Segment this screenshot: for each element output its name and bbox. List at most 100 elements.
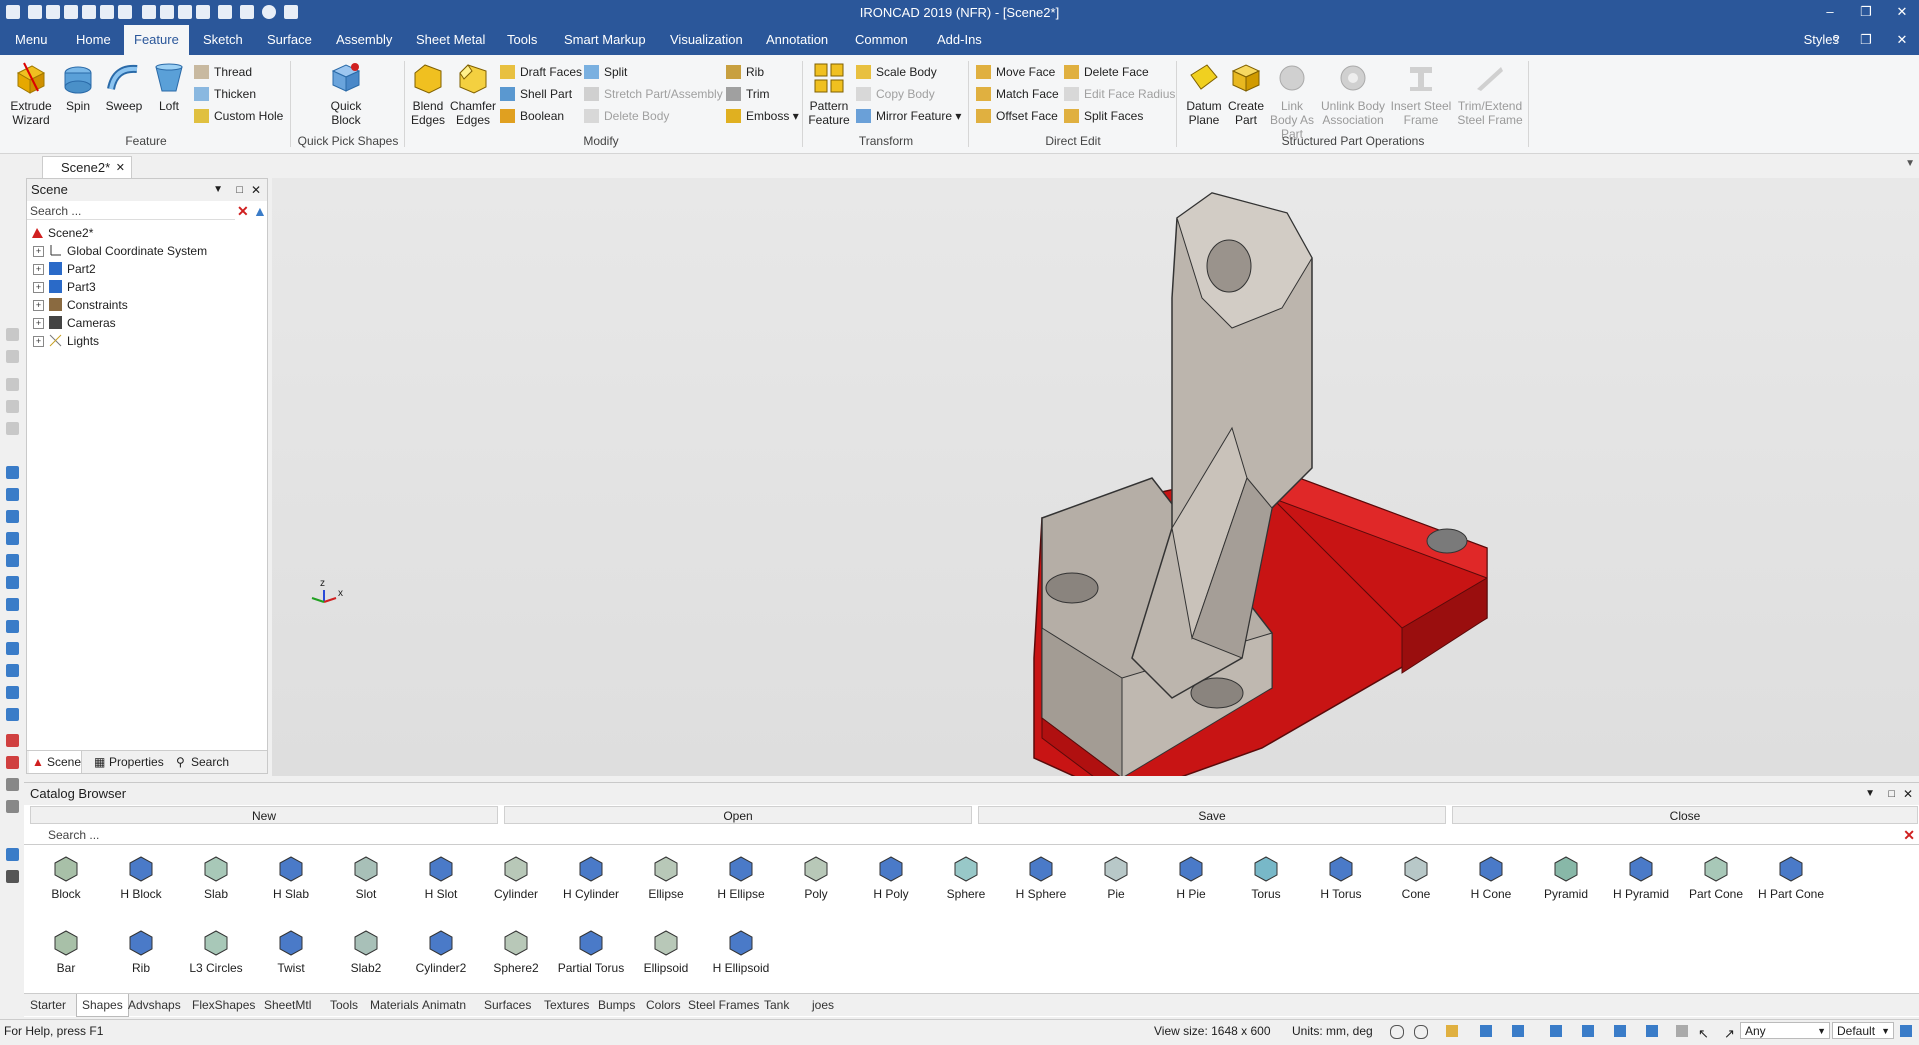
- tab-menu[interactable]: Menu: [5, 25, 58, 55]
- catalog-shape-item[interactable]: Pie: [1080, 853, 1152, 901]
- view-icon[interactable]: [6, 598, 19, 611]
- view-icon[interactable]: [6, 532, 19, 545]
- offset-face-button[interactable]: Offset Face: [976, 107, 1058, 125]
- tab-sheet-metal[interactable]: Sheet Metal: [406, 25, 495, 55]
- catalog-tab-steel-frames[interactable]: Steel Frames: [688, 994, 759, 1016]
- settings-icon[interactable]: [1900, 1025, 1912, 1037]
- close-tab-icon[interactable]: ✕: [116, 157, 125, 179]
- catalog-tab-sheetmtl[interactable]: SheetMtl: [264, 994, 311, 1016]
- tab-add-ins[interactable]: Add-Ins: [927, 25, 992, 55]
- catalog-tab-flexshapes[interactable]: FlexShapes: [192, 994, 255, 1016]
- view-icon[interactable]: [6, 686, 19, 699]
- select-icon[interactable]: ↗: [1724, 1023, 1735, 1045]
- catalog-shape-item[interactable]: Ellipse: [630, 853, 702, 901]
- spin-button[interactable]: Spin: [58, 61, 98, 113]
- catalog-shape-item[interactable]: Part Cone: [1680, 853, 1752, 901]
- edit-face-radius-button[interactable]: Edit Face Radius: [1064, 85, 1175, 103]
- tab-properties[interactable]: ▦ Properties: [91, 751, 164, 773]
- catalog-tab-materials[interactable]: Materials: [370, 994, 419, 1016]
- catalog-shape-item[interactable]: Bar: [30, 927, 102, 975]
- view-icon[interactable]: [6, 488, 19, 501]
- sketch-icon[interactable]: [6, 756, 19, 769]
- tab-visualization[interactable]: Visualization: [660, 25, 753, 55]
- catalog-tab-bumps[interactable]: Bumps: [598, 994, 635, 1016]
- view-icon[interactable]: [6, 708, 19, 721]
- catalog-shape-item[interactable]: H Ellipsoid: [705, 927, 777, 975]
- camera-icon[interactable]: [1582, 1025, 1594, 1037]
- tab-surface[interactable]: Surface: [257, 25, 322, 55]
- thicken-button[interactable]: Thicken: [194, 85, 256, 103]
- catalog-shape-item[interactable]: Slot: [330, 853, 402, 901]
- view-mode-icon[interactable]: [1550, 1025, 1562, 1037]
- tree-item-lights[interactable]: + Lights: [33, 333, 99, 349]
- close-window-icon[interactable]: ✕: [1892, 3, 1912, 21]
- catalog-shape-item[interactable]: H Slab: [255, 853, 327, 901]
- tab-home[interactable]: Home: [66, 25, 121, 55]
- trim-button[interactable]: Trim: [726, 85, 770, 103]
- panel-dropdown-icon[interactable]: ▼: [1865, 783, 1875, 805]
- zoom-window-icon[interactable]: [1414, 1025, 1428, 1039]
- catalog-shape-item[interactable]: Cone: [1380, 853, 1452, 901]
- sweep-button[interactable]: Sweep: [104, 61, 144, 113]
- tab-annotation[interactable]: Annotation: [756, 25, 838, 55]
- ruler-icon[interactable]: [6, 870, 19, 883]
- catalog-tab-textures[interactable]: Textures: [544, 994, 589, 1016]
- scene-search-input[interactable]: Search ...: [27, 202, 235, 220]
- tab-dropdown-icon[interactable]: ▼: [1905, 158, 1915, 169]
- catalog-shape-item[interactable]: Sphere: [930, 853, 1002, 901]
- catalog-tab-tools[interactable]: Tools: [330, 994, 358, 1016]
- pin-icon[interactable]: □: [236, 179, 243, 201]
- mirror-feature-button[interactable]: Mirror Feature ▾: [856, 107, 961, 125]
- catalog-shape-item[interactable]: Ellipsoid: [630, 927, 702, 975]
- view-icon[interactable]: [6, 576, 19, 589]
- measure-icon[interactable]: [6, 848, 19, 861]
- datum-plane-button[interactable]: Datum Plane: [1180, 61, 1228, 127]
- catalog-shape-item[interactable]: H Slot: [405, 853, 477, 901]
- tab-scene[interactable]: ▲ Scene: [29, 751, 83, 773]
- catalog-shape-item[interactable]: Torus: [1230, 853, 1302, 901]
- catalog-shape-item[interactable]: Sphere2: [480, 927, 552, 975]
- catalog-new-button[interactable]: New: [30, 806, 498, 824]
- loft-button[interactable]: Loft: [149, 61, 189, 113]
- catalog-shape-item[interactable]: H Ellipse: [705, 853, 777, 901]
- tab-assembly[interactable]: Assembly: [326, 25, 402, 55]
- extrude-wizard-button[interactable]: Extrude Wizard: [6, 61, 56, 127]
- style-select[interactable]: Default ▼: [1832, 1022, 1894, 1039]
- pin-icon[interactable]: □: [1888, 783, 1895, 805]
- expand-icon[interactable]: +: [33, 336, 44, 347]
- sketch-icon[interactable]: [6, 734, 19, 747]
- 3d-model[interactable]: [272, 178, 1919, 799]
- boolean-button[interactable]: Boolean: [500, 107, 564, 125]
- tree-item-part3[interactable]: + Part3: [33, 279, 96, 295]
- view-icon[interactable]: [6, 554, 19, 567]
- tab-common[interactable]: Common: [845, 25, 918, 55]
- expand-icon[interactable]: +: [33, 246, 44, 257]
- catalog-shape-item[interactable]: Partial Torus: [555, 927, 627, 975]
- tree-item-constraints[interactable]: + Constraints: [33, 297, 128, 313]
- doc-restore-icon[interactable]: ❐: [1856, 31, 1876, 49]
- help-icon[interactable]: ?: [1826, 31, 1846, 49]
- restore-icon[interactable]: ❐: [1856, 3, 1876, 21]
- viewport-3d[interactable]: z x: [272, 178, 1919, 799]
- expand-icon[interactable]: +: [33, 300, 44, 311]
- catalog-tab-surfaces[interactable]: Surfaces: [484, 994, 531, 1016]
- tab-smart-markup[interactable]: Smart Markup: [554, 25, 656, 55]
- pattern-feature-button[interactable]: Pattern Feature: [806, 61, 852, 127]
- shading-icon[interactable]: [1480, 1025, 1492, 1037]
- view-icon[interactable]: [6, 466, 19, 479]
- tool-icon[interactable]: [6, 328, 19, 341]
- doc-close-icon[interactable]: ✕: [1892, 31, 1912, 49]
- stretch-part-button[interactable]: Stretch Part/Assembly: [584, 85, 723, 103]
- link-body-button[interactable]: Link Body As Part: [1268, 61, 1316, 141]
- catalog-tab-colors[interactable]: Colors: [646, 994, 681, 1016]
- catalog-shape-item[interactable]: L3 Circles: [180, 927, 252, 975]
- clear-search-icon[interactable]: ✕: [237, 203, 249, 220]
- match-face-button[interactable]: Match Face: [976, 85, 1059, 103]
- tab-feature[interactable]: Feature: [124, 25, 189, 55]
- split-button[interactable]: Split: [584, 63, 627, 81]
- blend-edges-button[interactable]: Blend Edges: [406, 61, 450, 127]
- light-icon[interactable]: [1646, 1025, 1658, 1037]
- expand-icon[interactable]: +: [33, 318, 44, 329]
- pointer-icon[interactable]: ↖: [1698, 1023, 1709, 1045]
- view-icon[interactable]: [6, 664, 19, 677]
